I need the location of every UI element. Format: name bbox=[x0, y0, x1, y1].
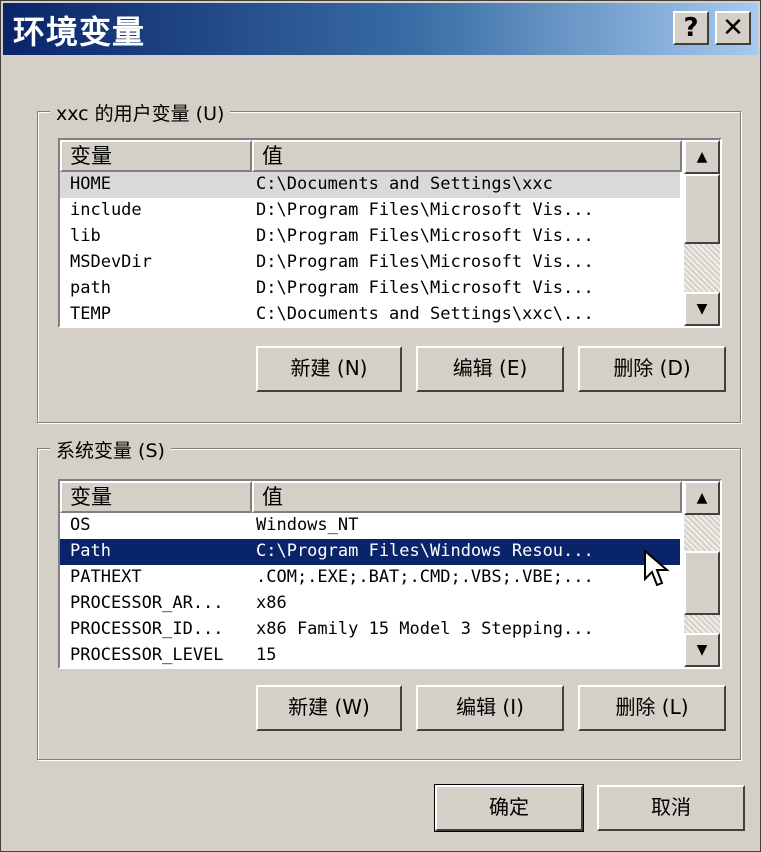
list-item[interactable]: include D:\Program Files\Microsoft Vis... bbox=[60, 198, 680, 224]
variable-value: .COM;.EXE;.BAT;.CMD;.VBS;.VBE;... bbox=[256, 567, 594, 587]
user-variables-rows: HOME C:\Documents and Settings\xxc includ… bbox=[60, 172, 680, 326]
variable-value: D:\Program Files\Microsoft Vis... bbox=[256, 200, 594, 220]
scroll-down-arrow-icon[interactable]: ▼ bbox=[684, 633, 720, 667]
scroll-thumb[interactable] bbox=[684, 551, 720, 615]
system-variables-label: 系统变量 (S) bbox=[50, 436, 171, 463]
list-item[interactable]: PROCESSOR_AR... x86 bbox=[60, 591, 680, 617]
variable-value: x86 bbox=[256, 593, 287, 613]
help-button[interactable]: ? bbox=[673, 11, 709, 45]
user-variables-list[interactable]: 变量 值 HOME C:\Documents and Settings\xxc i… bbox=[58, 138, 722, 328]
user-delete-button[interactable]: 删除 (D) bbox=[578, 346, 726, 392]
user-edit-button[interactable]: 编辑 (E) bbox=[416, 346, 564, 392]
variable-name: path bbox=[70, 278, 111, 298]
variable-value: C:\Program Files\Windows Resou... bbox=[256, 541, 594, 561]
scroll-down-arrow-icon[interactable]: ▼ bbox=[684, 292, 720, 326]
variable-value: x86 Family 15 Model 3 Stepping... bbox=[256, 619, 594, 639]
system-variables-list[interactable]: 变量 值 OS Windows_NT Path C:\Program Files\W… bbox=[58, 479, 722, 669]
column-header-variable[interactable]: 变量 bbox=[60, 481, 252, 513]
variable-name: PROCESSOR_LEVEL bbox=[70, 645, 224, 665]
variable-value: D:\Program Files\Microsoft Vis... bbox=[256, 278, 594, 298]
mouse-pointer-icon bbox=[644, 549, 670, 587]
title-bar[interactable]: 环境变量 ? ✕ bbox=[3, 3, 758, 55]
column-header-variable[interactable]: 变量 bbox=[60, 140, 252, 172]
variable-name: PROCESSOR_AR... bbox=[70, 593, 224, 613]
variable-name: PATHEXT bbox=[70, 567, 142, 587]
vertical-scrollbar[interactable]: ▲ ▼ bbox=[684, 140, 720, 326]
list-item[interactable]: PATHEXT .COM;.EXE;.BAT;.CMD;.VBS;.VBE;... bbox=[60, 565, 680, 591]
variable-value: D:\Program Files\Microsoft Vis... bbox=[256, 252, 594, 272]
user-new-button[interactable]: 新建 (N) bbox=[256, 346, 402, 392]
column-header-value[interactable]: 值 bbox=[252, 481, 682, 513]
list-header: 变量 值 bbox=[60, 481, 682, 513]
list-item[interactable]: TEMP C:\Documents and Settings\xxc\... bbox=[60, 302, 680, 326]
list-item[interactable]: HOME C:\Documents and Settings\xxc bbox=[60, 172, 680, 198]
list-item[interactable]: OS Windows_NT bbox=[60, 513, 680, 539]
variable-value: C:\Documents and Settings\xxc\... bbox=[256, 304, 594, 324]
ok-button[interactable]: 确定 bbox=[434, 784, 584, 832]
column-header-value[interactable]: 值 bbox=[252, 140, 682, 172]
list-header: 变量 值 bbox=[60, 140, 682, 172]
system-delete-button[interactable]: 删除 (L) bbox=[578, 685, 726, 731]
variable-value: C:\Documents and Settings\xxc bbox=[256, 174, 553, 194]
user-variables-group: xxc 的用户变量 (U) 变量 值 HOME C:\Documents and … bbox=[37, 99, 741, 423]
user-variables-label: xxc 的用户变量 (U) bbox=[50, 99, 231, 126]
variable-value: Windows_NT bbox=[256, 515, 359, 535]
list-item[interactable]: PROCESSOR_LEVEL 15 bbox=[60, 643, 680, 667]
variable-name: lib bbox=[70, 226, 101, 246]
system-variables-group: 系统变量 (S) 变量 值 OS Windows_NT Path C:\Progra… bbox=[37, 436, 741, 760]
close-button[interactable]: ✕ bbox=[715, 11, 751, 45]
cancel-button[interactable]: 取消 bbox=[597, 785, 745, 831]
variable-name: Path bbox=[70, 541, 111, 561]
variable-value: 15 bbox=[256, 645, 277, 665]
environment-variables-dialog: 环境变量 ? ✕ xxc 的用户变量 (U) 变量 值 HOME C:\Docum… bbox=[0, 0, 761, 852]
variable-value: D:\Program Files\Microsoft Vis... bbox=[256, 226, 594, 246]
scroll-up-arrow-icon[interactable]: ▲ bbox=[684, 481, 720, 515]
system-new-button[interactable]: 新建 (W) bbox=[256, 685, 402, 731]
variable-name: HOME bbox=[70, 174, 111, 194]
scroll-up-arrow-icon[interactable]: ▲ bbox=[684, 140, 720, 174]
list-item[interactable]: lib D:\Program Files\Microsoft Vis... bbox=[60, 224, 680, 250]
window-title: 环境变量 bbox=[13, 13, 146, 51]
list-item[interactable]: path D:\Program Files\Microsoft Vis... bbox=[60, 276, 680, 302]
vertical-scrollbar[interactable]: ▲ ▼ bbox=[684, 481, 720, 667]
scroll-thumb[interactable] bbox=[684, 174, 720, 244]
variable-name: OS bbox=[70, 515, 91, 535]
list-item-selected[interactable]: Path C:\Program Files\Windows Resou... bbox=[60, 539, 680, 565]
variable-name: include bbox=[70, 200, 142, 220]
system-edit-button[interactable]: 编辑 (I) bbox=[416, 685, 564, 731]
variable-name: MSDevDir bbox=[70, 252, 152, 272]
variable-name: TEMP bbox=[70, 304, 111, 324]
list-item[interactable]: PROCESSOR_ID... x86 Family 15 Model 3 Ste… bbox=[60, 617, 680, 643]
system-variables-rows: OS Windows_NT Path C:\Program Files\Window… bbox=[60, 513, 680, 667]
list-item[interactable]: MSDevDir D:\Program Files\Microsoft Vis..… bbox=[60, 250, 680, 276]
variable-name: PROCESSOR_ID... bbox=[70, 619, 224, 639]
